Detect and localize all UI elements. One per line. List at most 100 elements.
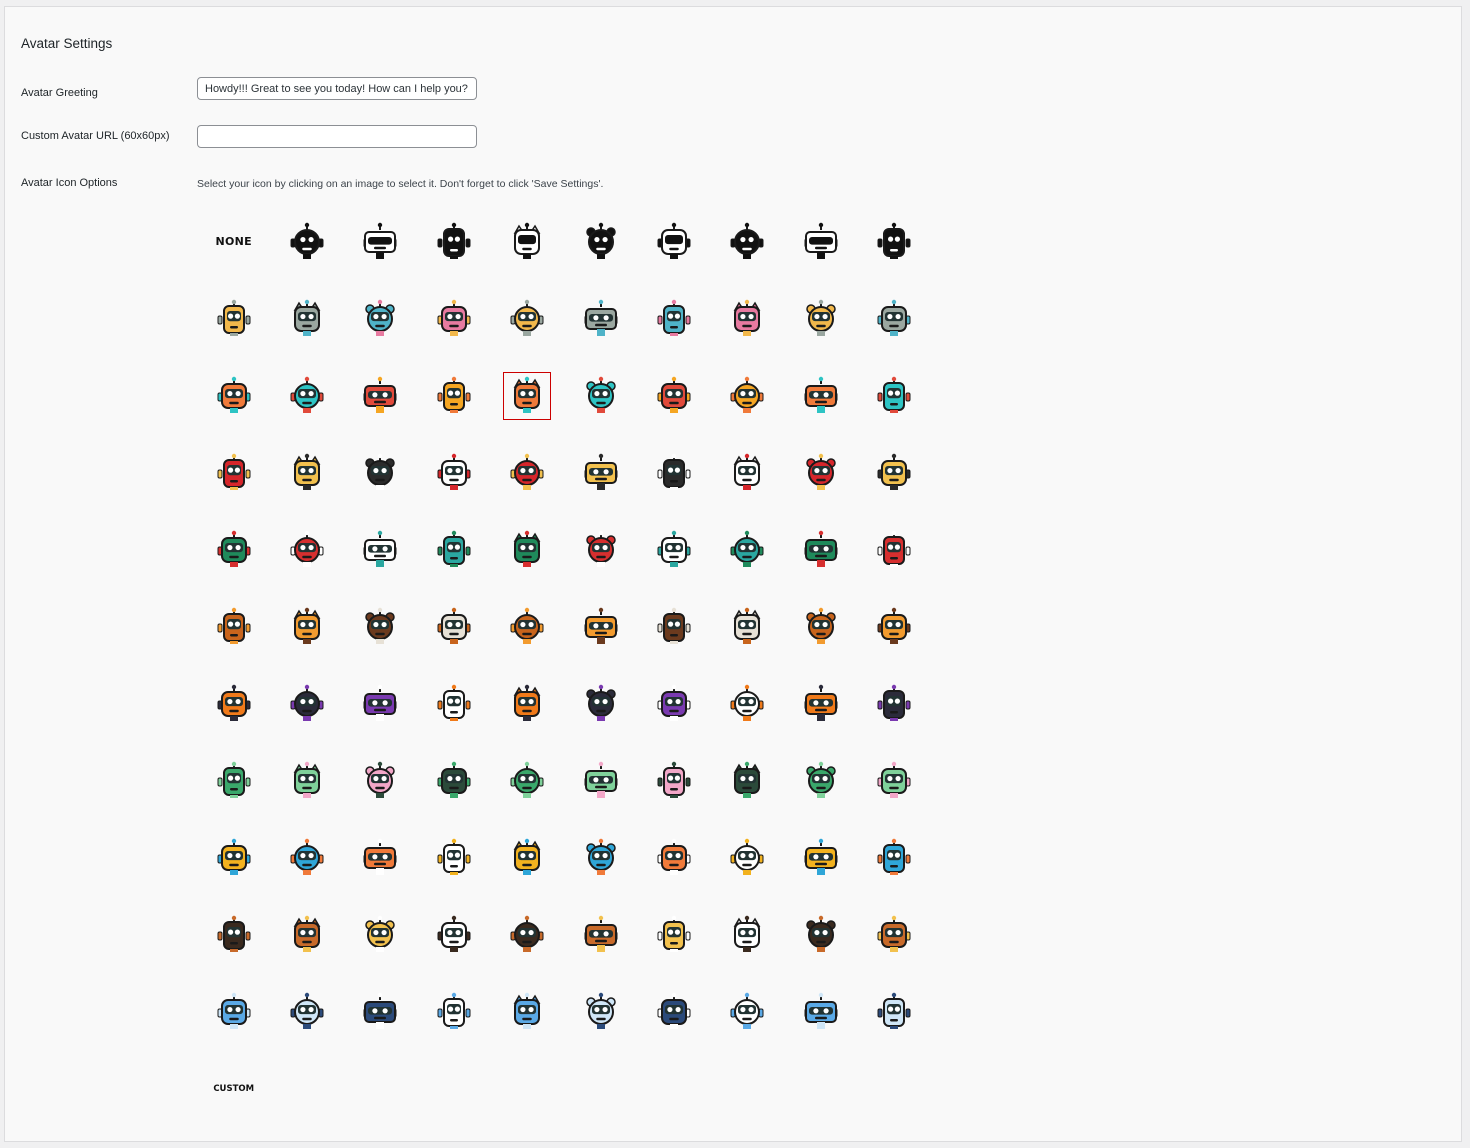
avatar-option-spring[interactable]: [858, 742, 931, 819]
avatar-option-cartoon-animals-and-bots[interactable]: [344, 357, 417, 434]
avatar-option-none[interactable]: NONE: [197, 203, 270, 280]
avatar-option-spring[interactable]: [711, 742, 784, 819]
avatar-option-cartoon-animals-and-bots[interactable]: [197, 357, 270, 434]
avatar-option-summer[interactable]: [784, 819, 857, 896]
avatar-option-cartoon-animals-and-bots[interactable]: [637, 357, 710, 434]
avatar-option-winter[interactable]: [784, 973, 857, 1050]
custom-url-input[interactable]: [197, 125, 477, 148]
avatar-option-monochrome-robots[interactable]: [491, 203, 564, 280]
avatar-option-halloween[interactable]: [711, 665, 784, 742]
avatar-option-christmas[interactable]: [197, 511, 270, 588]
avatar-option-lunar-new-year[interactable]: [564, 434, 637, 511]
avatar-option-lunar-new-year[interactable]: [637, 434, 710, 511]
avatar-option-halloween[interactable]: [564, 665, 637, 742]
avatar-option-autumn[interactable]: [564, 588, 637, 665]
avatar-option-monochrome-robots[interactable]: [858, 203, 931, 280]
avatar-option-lunar-new-year[interactable]: [197, 434, 270, 511]
avatar-option-christmas[interactable]: [417, 511, 490, 588]
avatar-option-cartoon-animals-and-bots[interactable]: [417, 357, 490, 434]
avatar-option-retro-robots-and-pets[interactable]: [564, 280, 637, 357]
avatar-option-thanksgiving[interactable]: [270, 896, 343, 973]
avatar-option-retro-robots-and-pets[interactable]: [270, 280, 343, 357]
avatar-option-cartoon-animals-and-bots[interactable]: [564, 357, 637, 434]
avatar-option-retro-robots-and-pets[interactable]: [711, 280, 784, 357]
avatar-option-cartoon-animals-and-bots[interactable]: [858, 357, 931, 434]
avatar-option-spring[interactable]: [270, 742, 343, 819]
avatar-option-halloween[interactable]: [784, 665, 857, 742]
avatar-option-christmas[interactable]: [564, 511, 637, 588]
avatar-option-summer[interactable]: [711, 819, 784, 896]
avatar-option-thanksgiving[interactable]: [784, 896, 857, 973]
avatar-option-autumn[interactable]: [491, 588, 564, 665]
avatar-option-christmas[interactable]: [491, 511, 564, 588]
avatar-option-autumn[interactable]: [711, 588, 784, 665]
avatar-option-spring[interactable]: [491, 742, 564, 819]
avatar-option-christmas[interactable]: [784, 511, 857, 588]
avatar-option-summer[interactable]: [858, 819, 931, 896]
avatar-option-retro-robots-and-pets[interactable]: [344, 280, 417, 357]
avatar-option-monochrome-robots[interactable]: [711, 203, 784, 280]
avatar-option-lunar-new-year[interactable]: [858, 434, 931, 511]
avatar-option-autumn[interactable]: [197, 588, 270, 665]
avatar-option-cartoon-animals-and-bots[interactable]: [270, 357, 343, 434]
avatar-option-autumn[interactable]: [344, 588, 417, 665]
avatar-option-spring[interactable]: [417, 742, 490, 819]
avatar-option-lunar-new-year[interactable]: [344, 434, 417, 511]
avatar-option-spring[interactable]: [784, 742, 857, 819]
avatar-option-winter[interactable]: [197, 973, 270, 1050]
avatar-option-monochrome-robots[interactable]: [637, 203, 710, 280]
avatar-option-halloween[interactable]: [197, 665, 270, 742]
avatar-option-thanksgiving[interactable]: [711, 896, 784, 973]
avatar-option-christmas[interactable]: [270, 511, 343, 588]
avatar-option-thanksgiving[interactable]: [491, 896, 564, 973]
avatar-option-custom[interactable]: CUSTOM: [197, 1050, 270, 1127]
avatar-option-summer[interactable]: [637, 819, 710, 896]
avatar-option-christmas[interactable]: [344, 511, 417, 588]
avatar-option-summer[interactable]: [344, 819, 417, 896]
avatar-option-spring[interactable]: [197, 742, 270, 819]
avatar-option-halloween[interactable]: [858, 665, 931, 742]
avatar-option-lunar-new-year[interactable]: [711, 434, 784, 511]
avatar-option-winter[interactable]: [270, 973, 343, 1050]
avatar-option-halloween[interactable]: [417, 665, 490, 742]
avatar-option-retro-robots-and-pets[interactable]: [637, 280, 710, 357]
avatar-option-retro-robots-and-pets[interactable]: [417, 280, 490, 357]
avatar-option-halloween[interactable]: [491, 665, 564, 742]
avatar-option-retro-robots-and-pets[interactable]: [491, 280, 564, 357]
avatar-option-monochrome-robots[interactable]: [344, 203, 417, 280]
avatar-option-autumn[interactable]: [858, 588, 931, 665]
greeting-input[interactable]: [197, 77, 477, 100]
avatar-option-cartoon-animals-and-bots[interactable]: [491, 357, 564, 434]
avatar-option-monochrome-robots[interactable]: [784, 203, 857, 280]
avatar-option-monochrome-robots[interactable]: [417, 203, 490, 280]
avatar-option-retro-robots-and-pets[interactable]: [784, 280, 857, 357]
avatar-option-monochrome-robots[interactable]: [564, 203, 637, 280]
avatar-option-winter[interactable]: [564, 973, 637, 1050]
avatar-option-christmas[interactable]: [637, 511, 710, 588]
avatar-option-autumn[interactable]: [270, 588, 343, 665]
avatar-option-halloween[interactable]: [637, 665, 710, 742]
avatar-option-thanksgiving[interactable]: [564, 896, 637, 973]
avatar-option-thanksgiving[interactable]: [417, 896, 490, 973]
avatar-option-winter[interactable]: [858, 973, 931, 1050]
avatar-option-monochrome-robots[interactable]: [270, 203, 343, 280]
avatar-option-winter[interactable]: [344, 973, 417, 1050]
avatar-option-thanksgiving[interactable]: [197, 896, 270, 973]
avatar-option-winter[interactable]: [417, 973, 490, 1050]
avatar-option-summer[interactable]: [197, 819, 270, 896]
avatar-option-winter[interactable]: [491, 973, 564, 1050]
avatar-option-spring[interactable]: [564, 742, 637, 819]
avatar-option-thanksgiving[interactable]: [344, 896, 417, 973]
avatar-option-autumn[interactable]: [784, 588, 857, 665]
avatar-option-retro-robots-and-pets[interactable]: [858, 280, 931, 357]
avatar-option-summer[interactable]: [270, 819, 343, 896]
avatar-option-lunar-new-year[interactable]: [417, 434, 490, 511]
avatar-option-winter[interactable]: [711, 973, 784, 1050]
avatar-option-christmas[interactable]: [711, 511, 784, 588]
avatar-option-lunar-new-year[interactable]: [270, 434, 343, 511]
avatar-option-lunar-new-year[interactable]: [784, 434, 857, 511]
avatar-option-halloween[interactable]: [270, 665, 343, 742]
avatar-option-halloween[interactable]: [344, 665, 417, 742]
avatar-option-cartoon-animals-and-bots[interactable]: [711, 357, 784, 434]
avatar-option-cartoon-animals-and-bots[interactable]: [784, 357, 857, 434]
